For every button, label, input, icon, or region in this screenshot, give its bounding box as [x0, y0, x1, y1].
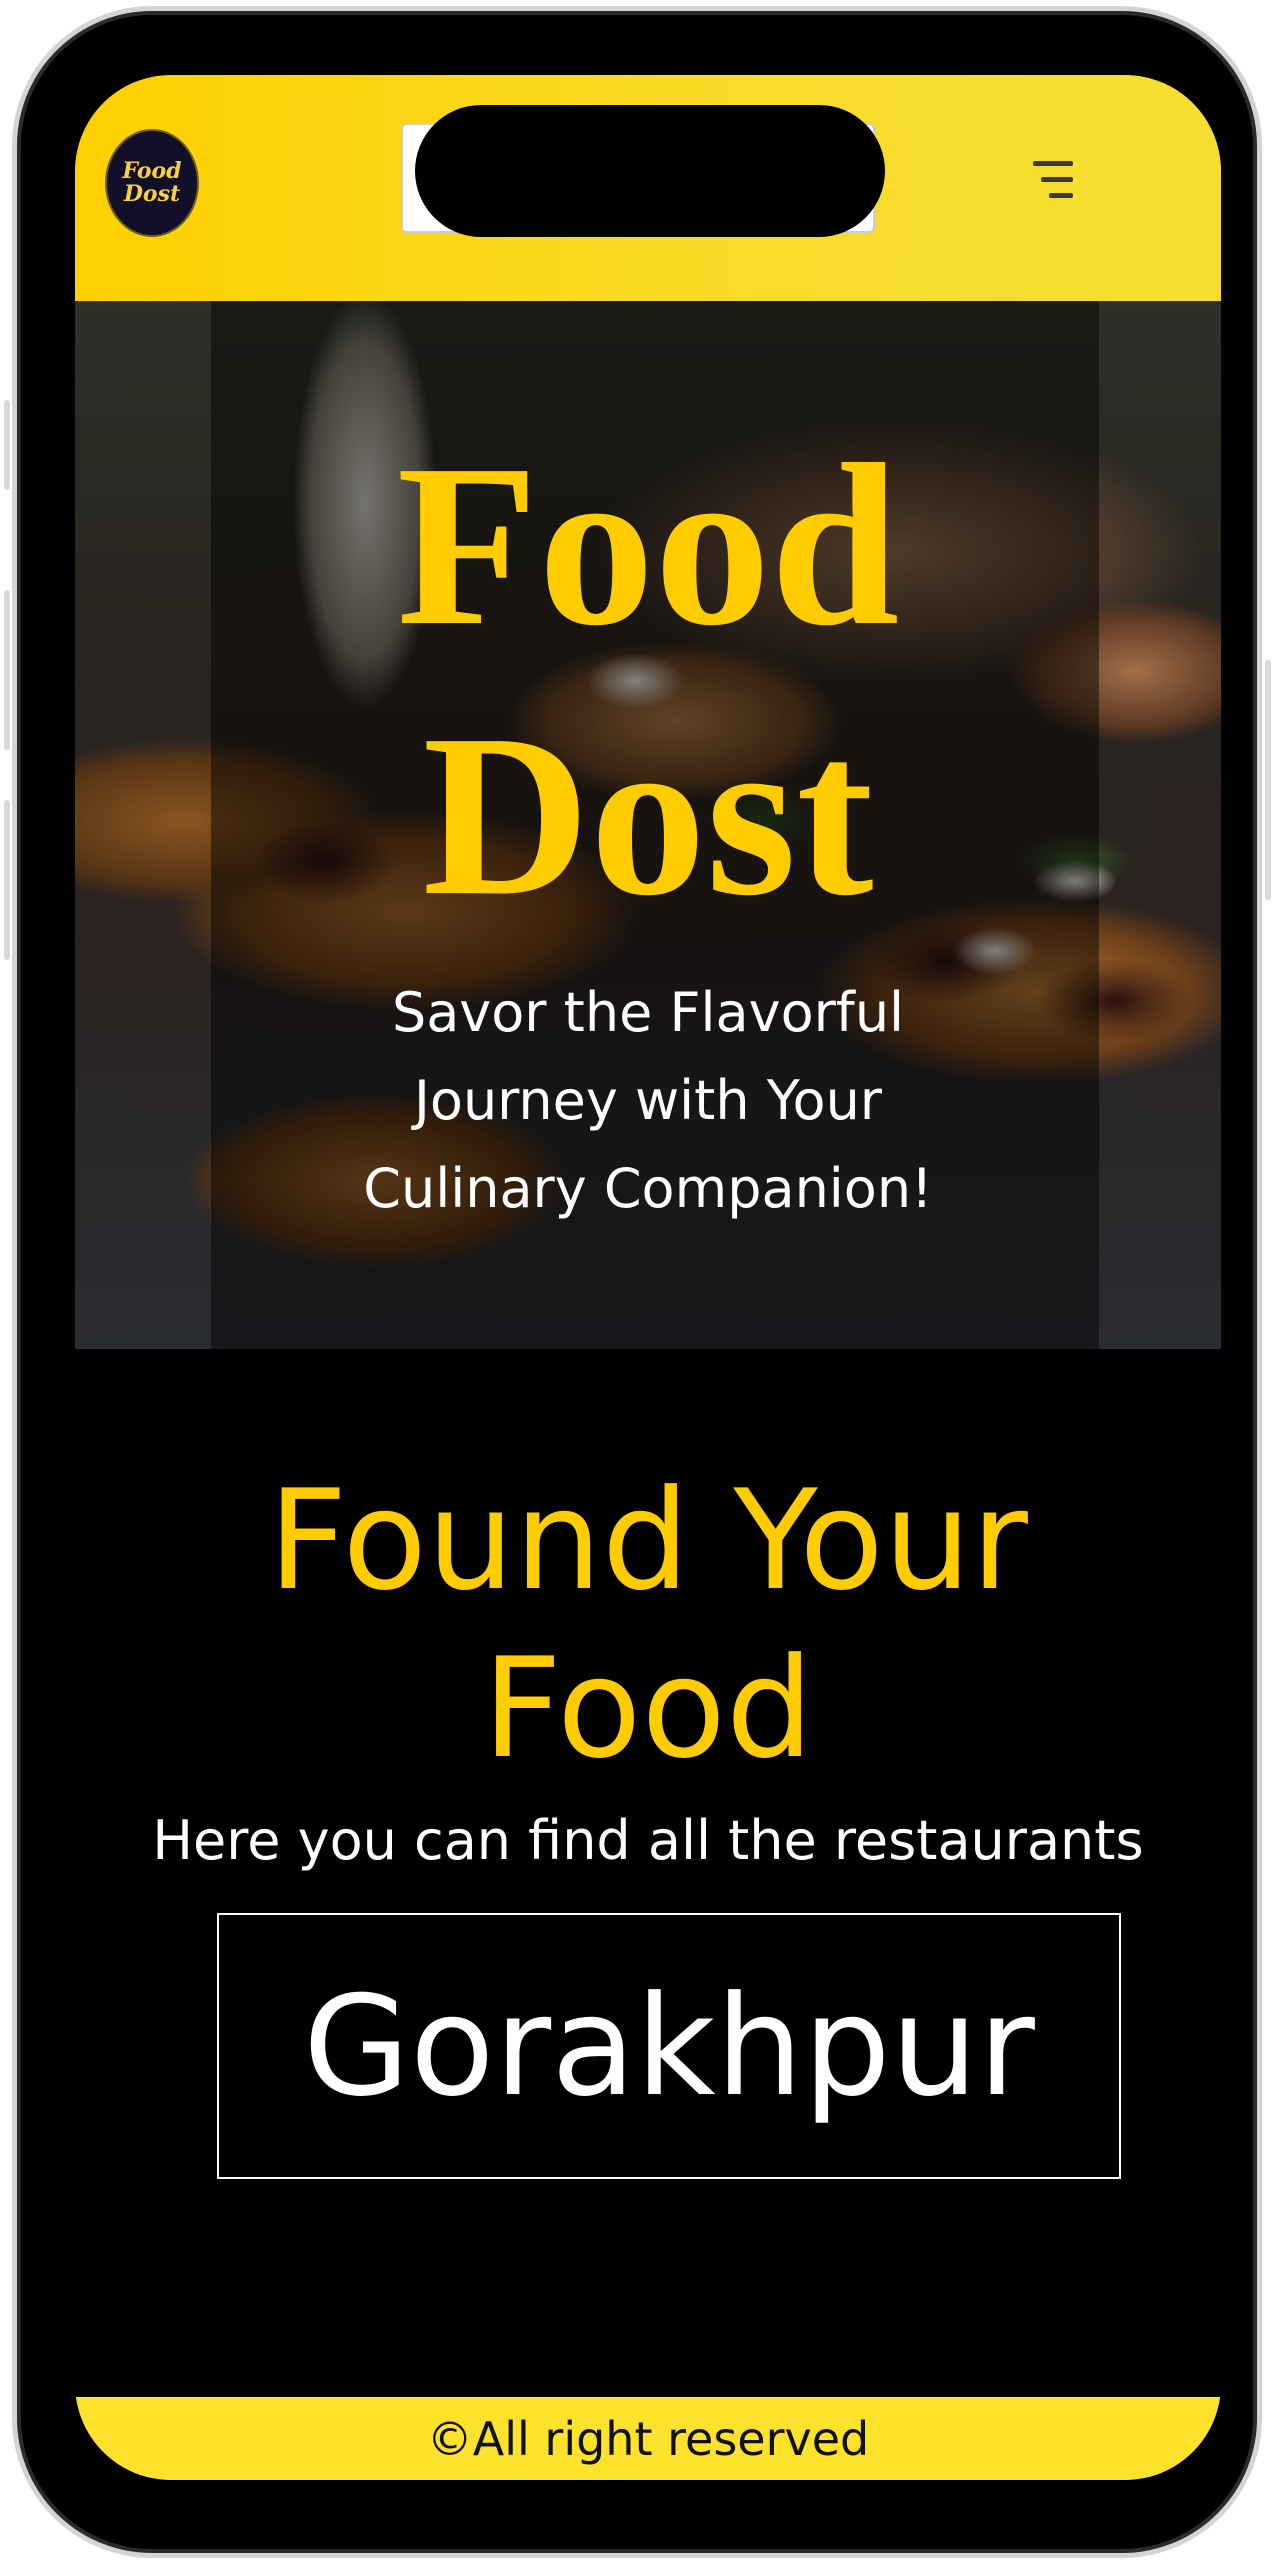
phone-frame: Food Dost Food Dost Savor the Flavorful …	[12, 6, 1262, 2558]
hero-tagline: Savor the Flavorful Journey with Your Cu…	[75, 969, 1221, 1233]
phone-side-button	[4, 400, 10, 490]
logo-text-line1: Food	[122, 158, 182, 184]
hero-title: Food Dost	[75, 411, 1221, 951]
found-food-heading: Found Your Food	[75, 1457, 1221, 1793]
footer-copyright: ©All right reserved	[426, 2411, 870, 2466]
city-name: Gorakhpur	[303, 1965, 1035, 2127]
brand-logo[interactable]: Food Dost	[105, 129, 199, 237]
phone-volume-down-button	[4, 800, 10, 960]
found-subtitle: Here you can find all the restaurants	[152, 1809, 1144, 1872]
hero-tagline-line1: Savor the Flavorful	[391, 981, 905, 1044]
hero-title-line1: Food	[396, 417, 900, 674]
phone-power-button	[1265, 660, 1271, 900]
hero-banner: Food Dost Savor the Flavorful Journey wi…	[75, 301, 1221, 1349]
phone-screen: Food Dost Food Dost Savor the Flavorful …	[75, 75, 1221, 2480]
dynamic-island	[415, 105, 885, 237]
page-footer: ©All right reserved	[75, 2397, 1221, 2480]
logo-text-line2: Dost	[123, 181, 181, 207]
found-title-line1: Found Your	[268, 1460, 1028, 1621]
hero-tagline-line2: Journey with Your	[413, 1069, 883, 1132]
phone-volume-up-button	[4, 590, 10, 750]
hero-tagline-line3: Culinary Companion!	[363, 1157, 933, 1220]
found-title-line2: Food	[482, 1628, 814, 1789]
city-card-gorakhpur[interactable]: Gorakhpur	[217, 1913, 1121, 2179]
hamburger-menu-icon[interactable]	[1033, 157, 1081, 205]
hero-title-line2: Dost	[422, 687, 874, 944]
